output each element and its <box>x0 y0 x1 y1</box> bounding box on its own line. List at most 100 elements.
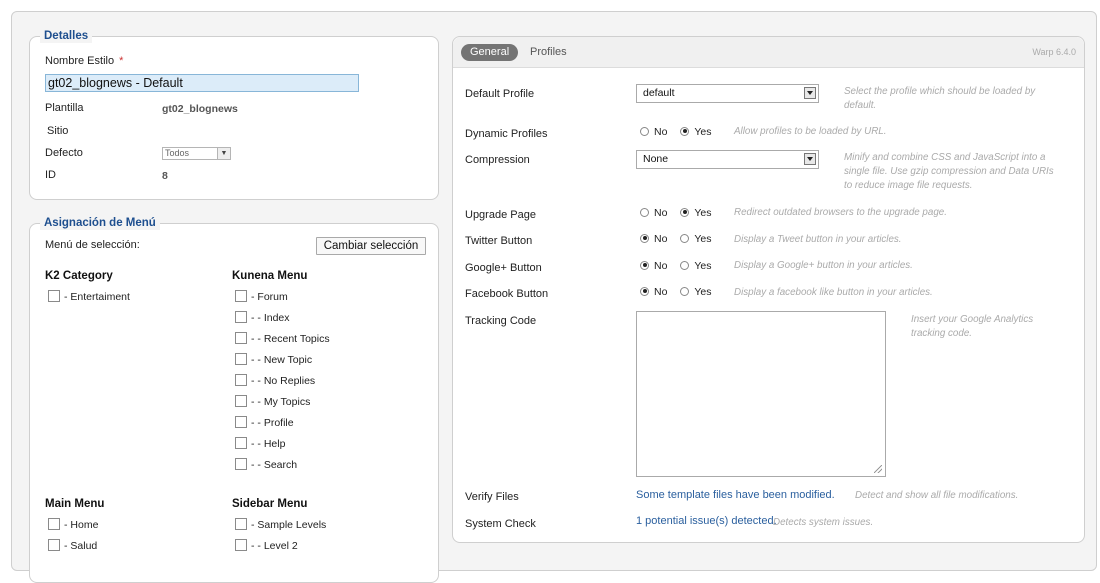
menu-item[interactable]: - - My Topics <box>235 395 310 408</box>
default-profile-value: default <box>643 87 675 99</box>
radio-no[interactable] <box>640 126 649 136</box>
radio-no[interactable] <box>640 207 649 217</box>
facebook-button-label: Facebook Button <box>465 288 549 300</box>
id-value: 8 <box>162 170 168 182</box>
chevron-down-icon <box>804 153 816 165</box>
menu-assignment-panel: Asignación de Menú Menú de selección: Ca… <box>29 216 439 583</box>
plantilla-label: Plantilla <box>45 102 84 114</box>
tracking-code-help: Insert your Google Analytics tracking co… <box>911 314 1034 339</box>
change-selection-button[interactable]: Cambiar selección <box>316 237 426 255</box>
checkbox[interactable] <box>235 311 247 324</box>
menu-item[interactable]: - - Index <box>235 311 290 324</box>
required-mark: * <box>119 55 124 67</box>
menu-item[interactable]: - Salud <box>48 539 97 552</box>
menu-selection-label: Menú de selección: <box>45 239 140 251</box>
facebook-help: Display a facebook like button in your a… <box>734 287 933 298</box>
radio-yes[interactable] <box>680 207 690 217</box>
radio-yes[interactable] <box>680 126 690 136</box>
detalles-panel: Detalles Nombre Estilo * Plantilla gt02_… <box>29 29 439 200</box>
k2-category-title: K2 Category <box>45 270 113 282</box>
checkbox[interactable] <box>235 539 247 552</box>
checkbox[interactable] <box>235 332 247 345</box>
menu-item[interactable]: - - New Topic <box>235 353 312 366</box>
checkbox[interactable] <box>235 395 247 408</box>
checkbox[interactable] <box>48 539 60 552</box>
menu-item[interactable]: - - Search <box>235 458 297 471</box>
kunena-menu-title: Kunena Menu <box>232 270 308 282</box>
verify-files-label: Verify Files <box>465 491 519 503</box>
checkbox[interactable] <box>235 416 247 429</box>
twitter-button-label: Twitter Button <box>465 235 533 247</box>
menu-item[interactable]: - - Level 2 <box>235 539 298 552</box>
verify-files-link[interactable]: Some template files have been modified. <box>636 489 835 501</box>
compression-help: Minify and combine CSS and JavaScript in… <box>844 152 1054 191</box>
template-settings-panel: General Profiles Warp 6.4.0 Default Prof… <box>452 36 1085 543</box>
googleplus-radio-group: No Yes <box>640 260 712 272</box>
radio-no[interactable] <box>640 233 649 243</box>
upgrade-page-label: Upgrade Page <box>465 209 536 221</box>
dynamic-profiles-help: Allow profiles to be loaded by URL. <box>734 126 887 137</box>
radio-no[interactable] <box>640 286 649 296</box>
compression-select[interactable]: None <box>636 150 819 169</box>
radio-yes[interactable] <box>680 286 690 296</box>
version-label: Warp 6.4.0 <box>1032 47 1076 57</box>
checkbox[interactable] <box>235 353 247 366</box>
menu-item[interactable]: - - Profile <box>235 416 294 429</box>
sidebar-menu-title: Sidebar Menu <box>232 498 308 510</box>
default-profile-label: Default Profile <box>465 88 535 100</box>
radio-yes[interactable] <box>680 260 690 270</box>
defecto-select[interactable]: Todos ▼ <box>162 147 231 160</box>
dynamic-profiles-radio-group: No Yes <box>640 126 712 138</box>
checkbox[interactable] <box>235 437 247 450</box>
menu-item[interactable]: - Home <box>48 518 98 531</box>
compression-value: None <box>643 153 669 165</box>
checkbox[interactable] <box>235 518 247 531</box>
menu-legend: Asignación de Menú <box>40 216 160 230</box>
defecto-label: Defecto <box>45 147 83 159</box>
twitter-help: Display a Tweet button in your articles. <box>734 234 902 245</box>
googleplus-button-label: Google+ Button <box>465 262 542 274</box>
googleplus-help: Display a Google+ button in your article… <box>734 260 913 271</box>
default-profile-help: Select the profile which should be loade… <box>844 86 1036 111</box>
checkbox[interactable] <box>48 290 60 303</box>
plantilla-value: gt02_blognews <box>162 103 238 115</box>
system-check-help: Detects system issues. <box>773 517 874 528</box>
compression-label: Compression <box>465 154 530 166</box>
radio-no[interactable] <box>640 260 649 270</box>
menu-item[interactable]: - - Recent Topics <box>235 332 330 345</box>
checkbox[interactable] <box>48 518 60 531</box>
checkbox[interactable] <box>235 458 247 471</box>
resize-grip-icon[interactable] <box>874 465 882 473</box>
menu-item[interactable]: - - No Replies <box>235 374 315 387</box>
system-check-label: System Check <box>465 518 536 530</box>
sitio-label: Sitio <box>47 125 69 137</box>
tab-bar: General Profiles Warp 6.4.0 <box>453 37 1084 68</box>
tracking-code-label: Tracking Code <box>465 315 537 327</box>
main-menu-title: Main Menu <box>45 498 105 510</box>
id-label: ID <box>45 169 56 181</box>
menu-item[interactable]: - - Help <box>235 437 285 450</box>
system-check-link[interactable]: 1 potential issue(s) detected. <box>636 515 777 527</box>
nombre-estilo-input[interactable] <box>45 74 359 92</box>
chevron-down-icon: ▼ <box>217 148 230 159</box>
upgrade-page-radio-group: No Yes <box>640 207 712 219</box>
dynamic-profiles-label: Dynamic Profiles <box>465 128 548 140</box>
checkbox[interactable] <box>235 290 247 303</box>
facebook-radio-group: No Yes <box>640 286 712 298</box>
default-profile-select[interactable]: default <box>636 84 819 103</box>
detalles-legend: Detalles <box>40 29 93 43</box>
tab-general[interactable]: General <box>461 44 519 61</box>
nombre-estilo-label: Nombre Estilo <box>45 55 115 67</box>
tracking-code-textarea[interactable] <box>636 311 886 477</box>
menu-item[interactable]: - Entertaiment <box>48 290 130 303</box>
menu-item[interactable]: - Sample Levels <box>235 518 326 531</box>
admin-page: Detalles Nombre Estilo * Plantilla gt02_… <box>11 11 1097 583</box>
upgrade-page-help: Redirect outdated browsers to the upgrad… <box>734 207 947 218</box>
checkbox[interactable] <box>235 374 247 387</box>
radio-yes[interactable] <box>680 233 690 243</box>
defecto-select-value: Todos <box>165 148 190 158</box>
verify-files-help: Detect and show all file modifications. <box>855 490 1019 501</box>
chevron-down-icon <box>804 87 816 99</box>
tab-profiles[interactable]: Profiles <box>530 44 567 61</box>
menu-item[interactable]: - Forum <box>235 290 288 303</box>
